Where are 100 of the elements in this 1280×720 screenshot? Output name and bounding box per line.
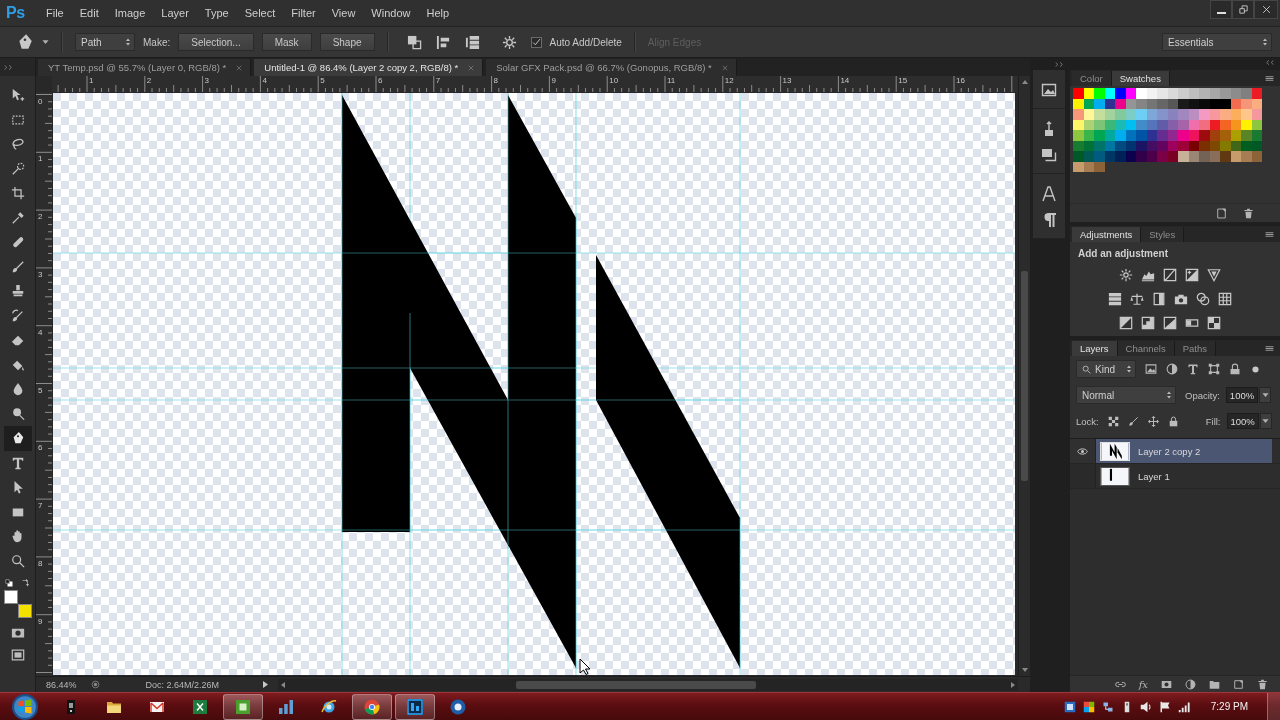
color-swatch[interactable] (1146, 119, 1157, 130)
restore-button[interactable] (1232, 0, 1254, 19)
color-swatch[interactable] (1251, 109, 1262, 120)
horizontal-scrollbar[interactable] (278, 678, 1018, 691)
start-orb-icon[interactable] (12, 693, 38, 720)
panel-menu-icon[interactable] (1265, 75, 1274, 82)
scroll-left-icon[interactable] (281, 681, 286, 688)
panel-tab[interactable]: Paths (1174, 341, 1216, 356)
layer-row[interactable]: Layer 2 copy 2 (1096, 439, 1272, 463)
close-icon[interactable] (721, 64, 728, 71)
color-swatch[interactable] (1220, 140, 1231, 151)
color-swatch[interactable] (1209, 151, 1220, 162)
plus-minus-icon[interactable] (1185, 268, 1199, 282)
document-tab[interactable]: YT Temp.psd @ 55.7% (Layer 0, RGB/8) * (38, 59, 252, 76)
taskbar-app[interactable] (223, 693, 263, 720)
arrange-icon[interactable] (464, 34, 480, 50)
stacked-frames-icon[interactable] (1041, 147, 1057, 163)
checker-squares-icon[interactable] (1207, 316, 1221, 330)
color-swatch[interactable] (1146, 140, 1157, 151)
grid-icon[interactable] (1218, 292, 1232, 306)
make-button[interactable]: Shape (319, 33, 375, 51)
color-swatch[interactable] (1157, 130, 1168, 141)
screen-mode-icon[interactable] (10, 648, 25, 662)
color-swatch[interactable] (1115, 140, 1126, 151)
color-swatch[interactable] (1167, 130, 1178, 141)
close-button[interactable] (1254, 0, 1278, 19)
menu-item[interactable]: Type (196, 3, 237, 23)
image-filter-icon[interactable] (1145, 363, 1157, 375)
sun-icon[interactable] (1119, 268, 1133, 282)
color-swatch[interactable] (1209, 119, 1220, 130)
color-swatch[interactable] (1209, 98, 1220, 109)
color-swatch[interactable] (1125, 98, 1136, 109)
color-swatch[interactable] (1178, 109, 1189, 120)
menu-item[interactable]: Image (106, 3, 154, 23)
move-cross-icon[interactable] (1147, 415, 1159, 427)
slope-icon[interactable] (1163, 316, 1177, 330)
color-swatch[interactable] (1073, 161, 1084, 172)
caret-down-icon[interactable] (42, 39, 49, 45)
color-swatch[interactable] (1115, 88, 1126, 99)
color-swatch[interactable] (1209, 109, 1220, 120)
taskbar-app[interactable] (352, 693, 392, 720)
color-swatch[interactable] (1188, 109, 1199, 120)
color-chip[interactable] (3, 590, 18, 604)
color-swatch[interactable] (1230, 88, 1241, 99)
padlock-icon[interactable] (1167, 415, 1179, 427)
color-swatch[interactable] (1199, 88, 1210, 99)
color-swatch[interactable] (1115, 109, 1126, 120)
brush-icon[interactable] (1127, 415, 1139, 427)
color-swatch[interactable] (1083, 151, 1094, 162)
color-swatch[interactable] (1157, 119, 1168, 130)
color-swatch[interactable] (1125, 109, 1136, 120)
mask-icon[interactable] (1161, 678, 1172, 690)
color-swatch[interactable] (1209, 130, 1220, 141)
color-swatch[interactable] (1220, 88, 1231, 99)
stripes-icon[interactable] (1108, 292, 1122, 306)
color-swatch[interactable] (1157, 109, 1168, 120)
color-swatch[interactable] (1188, 88, 1199, 99)
color-swatch[interactable] (1241, 88, 1252, 99)
color-swatch[interactable] (1241, 151, 1252, 162)
document-tab[interactable]: Solar GFX Pack.psd @ 66.7% (Gonopus, RGB/8) * (486, 59, 737, 76)
app-square-icon[interactable] (1063, 700, 1076, 713)
color-swatch[interactable] (1104, 130, 1115, 141)
color-swatch[interactable] (1251, 140, 1262, 151)
color-swatch[interactable] (1178, 151, 1189, 162)
color-swatch[interactable] (1104, 88, 1115, 99)
color-swatch[interactable] (1083, 119, 1094, 130)
color-swatch[interactable] (1115, 130, 1126, 141)
trash-icon[interactable] (1243, 207, 1254, 219)
letter-a-icon[interactable] (1041, 186, 1057, 202)
color-chip[interactable] (17, 604, 32, 618)
color-swatch[interactable] (1146, 88, 1157, 99)
network-icon[interactable] (1101, 700, 1114, 713)
color-swatch[interactable] (1146, 109, 1157, 120)
make-button[interactable]: Mask (261, 33, 312, 51)
color-swatch[interactable] (1220, 130, 1231, 141)
color-swatch[interactable] (1220, 98, 1231, 109)
color-swatch[interactable] (1083, 98, 1094, 109)
color-swatch[interactable] (1104, 140, 1115, 151)
color-swatch[interactable] (1199, 98, 1210, 109)
color-swatch[interactable] (1241, 119, 1252, 130)
scroll-thumb[interactable] (516, 680, 757, 689)
scroll-right-icon[interactable] (1011, 681, 1015, 688)
fill-field[interactable]: 100% (1226, 413, 1259, 429)
half-circle-icon[interactable] (1185, 678, 1196, 690)
fill-slider-button[interactable] (1259, 413, 1272, 429)
checker-lock-icon[interactable] (1107, 415, 1119, 427)
half-square-icon[interactable] (1152, 292, 1166, 306)
opacity-field[interactable]: 100% (1225, 387, 1259, 403)
default-colors-icon[interactable] (4, 579, 13, 587)
status-disc-icon[interactable] (90, 680, 100, 689)
speaker-icon[interactable] (1139, 700, 1152, 713)
menu-item[interactable]: Help (418, 3, 458, 23)
color-swatch[interactable] (1167, 151, 1178, 162)
checkbox[interactable] (530, 36, 542, 48)
color-swatch[interactable] (1136, 88, 1147, 99)
color-swatch[interactable] (1083, 161, 1094, 172)
color-swatch[interactable] (1115, 98, 1126, 109)
steps-icon[interactable] (1141, 316, 1155, 330)
circles-icon[interactable] (1196, 292, 1210, 306)
color-swatch[interactable] (1083, 140, 1094, 151)
